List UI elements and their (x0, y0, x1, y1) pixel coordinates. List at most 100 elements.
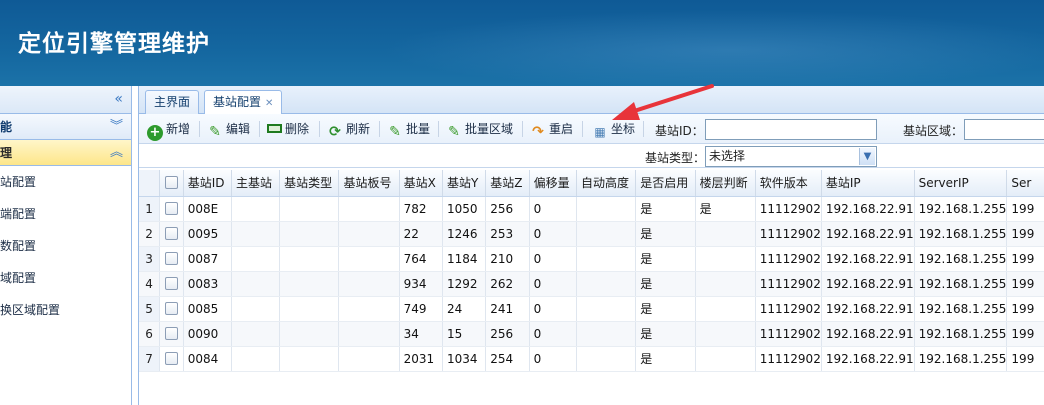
column-header[interactable]: 基站Z (485, 170, 530, 197)
table-cell (279, 321, 340, 347)
table-cell: 199 (1006, 321, 1044, 347)
table-row[interactable]: 1 008E 782 1050 256 0 是是 11112902 192.168.22.91 1… (139, 196, 1044, 222)
row-checkbox[interactable] (159, 196, 184, 222)
column-header[interactable]: 软件版本 (755, 170, 822, 197)
column-header[interactable]: 自动高度 (576, 170, 637, 197)
filter-row: 基站类型： 未选择 ▼ (139, 144, 1044, 168)
station-id-label: 基站ID： (655, 124, 704, 138)
table-cell: 199 (1006, 221, 1044, 247)
minus-icon (267, 124, 282, 133)
coords-button[interactable]: ▦ 坐标 (592, 118, 635, 140)
sidebar-item-station-config[interactable]: 站配置 (0, 166, 131, 198)
table-cell: 0083 (183, 271, 233, 297)
checkbox-icon[interactable] (164, 301, 178, 315)
row-checkbox[interactable] (159, 221, 184, 247)
toolbar-divider (438, 121, 439, 137)
chevron-up-double-icon[interactable]: ︽ (110, 140, 123, 166)
checkbox-icon[interactable] (164, 276, 178, 290)
table-cell: 11112902 (755, 221, 822, 247)
tab-home[interactable]: 主界面 (145, 90, 200, 114)
close-icon[interactable]: ✕ (265, 98, 273, 109)
table-cell (576, 296, 637, 322)
table-row[interactable]: 3 0087 764 1184 210 0 是 11112902 192.168.22.91 19… (139, 246, 1044, 272)
column-header[interactable]: 楼层判断 (695, 170, 756, 197)
station-table: 基站ID 主基站 基站类型 基站板号 基站X 基站Y 基站Z 偏移量 自动高度 是否启用 楼层判断软… (139, 170, 1044, 372)
table-cell: 192.168.22.91 (821, 346, 915, 372)
table-cell: 是 (695, 196, 756, 222)
column-header[interactable]: ServerIP (914, 170, 1008, 197)
table-cell: 192.168.22.91 (821, 271, 915, 297)
table-row[interactable]: 6 0090 34 15 256 0 是 11112902 192.168.22.91 192.1… (139, 321, 1044, 347)
checkbox-icon[interactable] (164, 326, 178, 340)
sidebar-item-param-config[interactable]: 数配置 (0, 230, 131, 262)
tab-station-config[interactable]: 基站配置 ✕ (204, 90, 283, 115)
row-checkbox[interactable] (159, 246, 184, 272)
station-id-input[interactable] (705, 119, 877, 140)
station-type-select[interactable]: 未选择 ▼ (705, 146, 877, 167)
column-header[interactable]: 基站IP (821, 170, 915, 197)
table-cell (695, 296, 756, 322)
checkbox-icon[interactable] (164, 201, 178, 215)
station-area-input[interactable] (964, 119, 1044, 140)
restart-button[interactable]: ↷ 重启 (530, 118, 573, 140)
column-header[interactable]: 基站类型 (279, 170, 340, 197)
collapse-left-icon[interactable]: « (114, 91, 123, 107)
table-cell: 是 (635, 246, 696, 272)
table-cell (695, 221, 756, 247)
table-cell: 192.168.1.255 (914, 196, 1008, 222)
table-cell: 254 (485, 346, 530, 372)
row-checkbox[interactable] (159, 271, 184, 297)
checkbox-icon[interactable] (164, 175, 178, 189)
delete-button[interactable]: 删除 (267, 118, 309, 140)
row-checkbox[interactable] (159, 296, 184, 322)
table-cell: 是 (635, 221, 696, 247)
column-header[interactable]: 基站X (399, 170, 444, 197)
refresh-button[interactable]: ⟳ 刷新 (327, 118, 370, 140)
table-row[interactable]: 5 0085 749 24 241 0 是 11112902 192.168.22.91 192.… (139, 296, 1044, 322)
table-cell (231, 296, 281, 322)
column-header[interactable]: 偏移量 (529, 170, 577, 197)
checkbox-icon[interactable] (164, 351, 178, 365)
sidebar-section-label: 能 (0, 120, 13, 134)
table-cell: 749 (399, 296, 444, 322)
table-row[interactable]: 4 0083 934 1292 262 0 是 11112902 192.168.22.91 19… (139, 271, 1044, 297)
sidebar-item-terminal-config[interactable]: 端配置 (0, 198, 131, 230)
edit-button[interactable]: ✎ 编辑 (207, 118, 250, 140)
app-title: 定位引擎管理维护 (18, 31, 210, 57)
add-button[interactable]: + 新增 (147, 118, 190, 141)
toolbar-divider (643, 121, 644, 137)
column-header[interactable]: 基站Y (442, 170, 487, 197)
checkbox-icon[interactable] (164, 251, 178, 265)
column-header[interactable]: 基站板号 (338, 170, 400, 197)
sidebar-section-management[interactable]: 理 ︽ (0, 140, 131, 166)
chevron-down-double-icon[interactable]: ︾ (110, 114, 123, 140)
table-cell (576, 221, 637, 247)
row-number: 7 (139, 346, 161, 372)
column-header[interactable]: 是否启用 (635, 170, 696, 197)
table-cell: 764 (399, 246, 444, 272)
batch-area-button[interactable]: ✎ 批量区域 (446, 118, 513, 140)
table-row[interactable]: 2 0095 22 1246 253 0 是 11112902 192.168.22.91 192… (139, 221, 1044, 247)
column-header[interactable]: 基站ID (183, 170, 233, 197)
chevron-down-icon[interactable]: ▼ (859, 148, 875, 165)
column-header[interactable]: Ser (1006, 170, 1044, 197)
table-cell: 192.168.22.91 (821, 196, 915, 222)
batch-button[interactable]: ✎ 批量 (387, 118, 430, 140)
table-cell: 34 (399, 321, 444, 347)
refresh-icon: ⟳ (329, 124, 341, 140)
table-cell: 11112902 (755, 196, 822, 222)
sidebar-section-functions[interactable]: 能 ︾ (0, 114, 131, 140)
column-header[interactable]: 主基站 (231, 170, 281, 197)
sidebar-item-switch-area-config[interactable]: 换区域配置 (0, 294, 131, 326)
select-all-checkbox[interactable] (159, 170, 184, 197)
checkbox-icon[interactable] (164, 226, 178, 240)
table-cell: 11112902 (755, 346, 822, 372)
sidebar-item-area-config[interactable]: 域配置 (0, 262, 131, 294)
station-grid: 基站ID 主基站 基站类型 基站板号 基站X 基站Y 基站Z 偏移量 自动高度 是否启用 楼层判断软… (139, 170, 1044, 372)
table-cell: 0 (529, 196, 577, 222)
table-row[interactable]: 7 0084 2031 1034 254 0 是 11112902 192.168.22.91 1… (139, 346, 1044, 372)
toolbar-divider (259, 121, 260, 137)
tab-label: 主界面 (154, 95, 191, 109)
row-checkbox[interactable] (159, 346, 184, 372)
row-checkbox[interactable] (159, 321, 184, 347)
